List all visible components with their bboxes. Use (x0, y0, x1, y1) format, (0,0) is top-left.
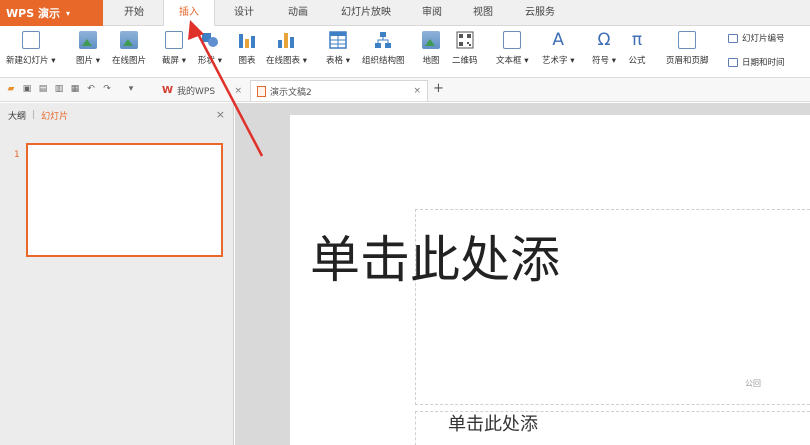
subtitle-placeholder[interactable]: 单击此处添 (448, 410, 538, 436)
title-placeholder[interactable]: 单击此处添 (310, 220, 560, 292)
date-time-button[interactable]: 日期和时间 (728, 56, 785, 68)
map-icon (422, 31, 440, 49)
online-picture-icon (120, 31, 138, 49)
insert-ribbon: 新建幻灯片 ▾ 图片 ▾ 在线图片 截屏 ▾ 形状 ▾ 图表 在线图表 ▾ 表格… (0, 26, 810, 78)
chart-button[interactable]: 图表 (238, 28, 256, 66)
redo-icon[interactable]: ↷ (102, 84, 112, 94)
picture-icon (78, 31, 97, 49)
tab-view[interactable]: 视图 (461, 0, 505, 26)
tab-my-wps-label: 我的WPS (177, 87, 216, 97)
online-picture-button[interactable]: 在线图片 (112, 28, 146, 66)
table-button[interactable]: 表格 ▾ (326, 28, 350, 66)
slides-panel: 大纲 | 幻灯片 × 1 (0, 103, 234, 445)
screenshot-icon (164, 31, 183, 49)
calendar-icon (728, 57, 738, 67)
org-chart-icon (374, 31, 392, 49)
new-tab-icon[interactable]: + (433, 81, 444, 96)
quick-access-bar: ▰ ▣ ▤ ▥ ▦ ↶ ↷ ▾ W 我的WPS × 演示文稿2 × + (0, 78, 810, 102)
textbox-label: 文本框 ▾ (496, 56, 529, 66)
wps-logo-icon: W (162, 85, 174, 96)
tab-slideshow[interactable]: 幻灯片放映 (330, 0, 402, 26)
new-slide-button[interactable]: 新建幻灯片 ▾ (6, 28, 55, 66)
tab-start[interactable]: 开始 (112, 0, 156, 26)
tab-insert[interactable]: 插入 (163, 0, 215, 27)
tab-document-2[interactable]: 演示文稿2 × (250, 80, 428, 101)
undo-icon[interactable]: ↶ (86, 84, 96, 94)
shape-button[interactable]: 形状 ▾ (198, 28, 222, 66)
watermark: 公回 (745, 379, 761, 388)
online-chart-icon (277, 31, 295, 49)
save-as-icon[interactable]: ▤ (38, 84, 48, 94)
presentation-file-icon (257, 85, 266, 97)
slide-number: 1 (14, 150, 20, 160)
slide-thumbnail[interactable] (26, 143, 223, 257)
close-icon[interactable]: × (413, 86, 421, 96)
formula-label: 公式 (628, 56, 646, 66)
date-time-label: 日期和时间 (742, 58, 785, 68)
picture-label: 图片 ▾ (76, 56, 100, 66)
close-icon[interactable]: × (216, 108, 225, 121)
map-label: 地图 (422, 56, 440, 66)
table-icon (329, 31, 347, 49)
header-footer-button[interactable]: 页眉和页脚 (666, 28, 709, 66)
preview-icon[interactable]: ▦ (70, 84, 80, 94)
symbol-button[interactable]: Ω 符号 ▾ (592, 28, 616, 66)
slide-number-icon (728, 33, 738, 43)
online-picture-label: 在线图片 (112, 56, 147, 66)
symbol-label: 符号 ▾ (592, 56, 616, 66)
customize-chevron-icon[interactable]: ▾ (126, 84, 136, 94)
screenshot-label: 截屏 ▾ (162, 56, 186, 66)
shape-icon (201, 31, 219, 49)
map-button[interactable]: 地图 (422, 28, 440, 66)
qrcode-icon (456, 31, 474, 49)
header-footer-icon (678, 31, 697, 49)
tab-animation[interactable]: 动画 (276, 0, 320, 26)
panel-tabs: 大纲 | 幻灯片 (0, 103, 234, 127)
wordart-button[interactable]: A 艺术字 ▾ (542, 28, 574, 66)
qrcode-button[interactable]: 二维码 (452, 28, 478, 66)
panel-tab-separator: | (32, 110, 36, 120)
pi-icon: π (631, 30, 643, 50)
textbox-icon (503, 31, 522, 49)
picture-button[interactable]: 图片 ▾ (76, 28, 100, 66)
print-icon[interactable]: ▥ (54, 84, 64, 94)
open-folder-icon[interactable]: ▰ (6, 84, 16, 94)
screenshot-button[interactable]: 截屏 ▾ (162, 28, 186, 66)
textbox-button[interactable]: 文本框 ▾ (496, 28, 528, 66)
new-slide-icon (21, 31, 40, 49)
app-title: WPS 演示 (6, 7, 60, 20)
formula-button[interactable]: π 公式 (628, 28, 646, 66)
wordart-label: 艺术字 ▾ (542, 56, 575, 66)
org-chart-label: 组织结构图 (362, 56, 405, 66)
org-chart-button[interactable]: 组织结构图 (362, 28, 405, 66)
shape-label: 形状 ▾ (198, 56, 222, 66)
new-slide-label: 新建幻灯片 ▾ (6, 56, 56, 66)
chevron-down-icon: ▾ (65, 8, 70, 18)
omega-icon: Ω (597, 30, 611, 50)
tab-outline[interactable]: 大纲 (8, 109, 26, 122)
chart-icon (238, 31, 256, 49)
menu-bar: WPS 演示 ▾ 开始 插入 设计 动画 幻灯片放映 审阅 视图 云服务 (0, 0, 810, 27)
tab-review[interactable]: 审阅 (410, 0, 454, 26)
slide-number-button[interactable]: 幻灯片编号 (728, 32, 785, 44)
qrcode-label: 二维码 (452, 56, 478, 66)
tab-my-wps[interactable]: W 我的WPS × (156, 80, 248, 101)
tab-slides[interactable]: 幻灯片 (41, 109, 68, 122)
app-menu-button[interactable]: WPS 演示 ▾ (0, 0, 103, 26)
tab-design[interactable]: 设计 (222, 0, 266, 26)
tab-document-2-label: 演示文稿2 (270, 87, 312, 98)
wordart-icon: A (552, 30, 565, 50)
tab-cloud[interactable]: 云服务 (512, 0, 568, 26)
table-label: 表格 ▾ (326, 56, 350, 66)
save-icon[interactable]: ▣ (22, 84, 32, 94)
slide-number-label: 幻灯片编号 (742, 34, 785, 44)
header-footer-label: 页眉和页脚 (666, 56, 709, 66)
close-icon[interactable]: × (234, 86, 242, 96)
online-chart-label: 在线图表 ▾ (266, 56, 307, 66)
online-chart-button[interactable]: 在线图表 ▾ (266, 28, 307, 66)
chart-label: 图表 (238, 56, 256, 66)
